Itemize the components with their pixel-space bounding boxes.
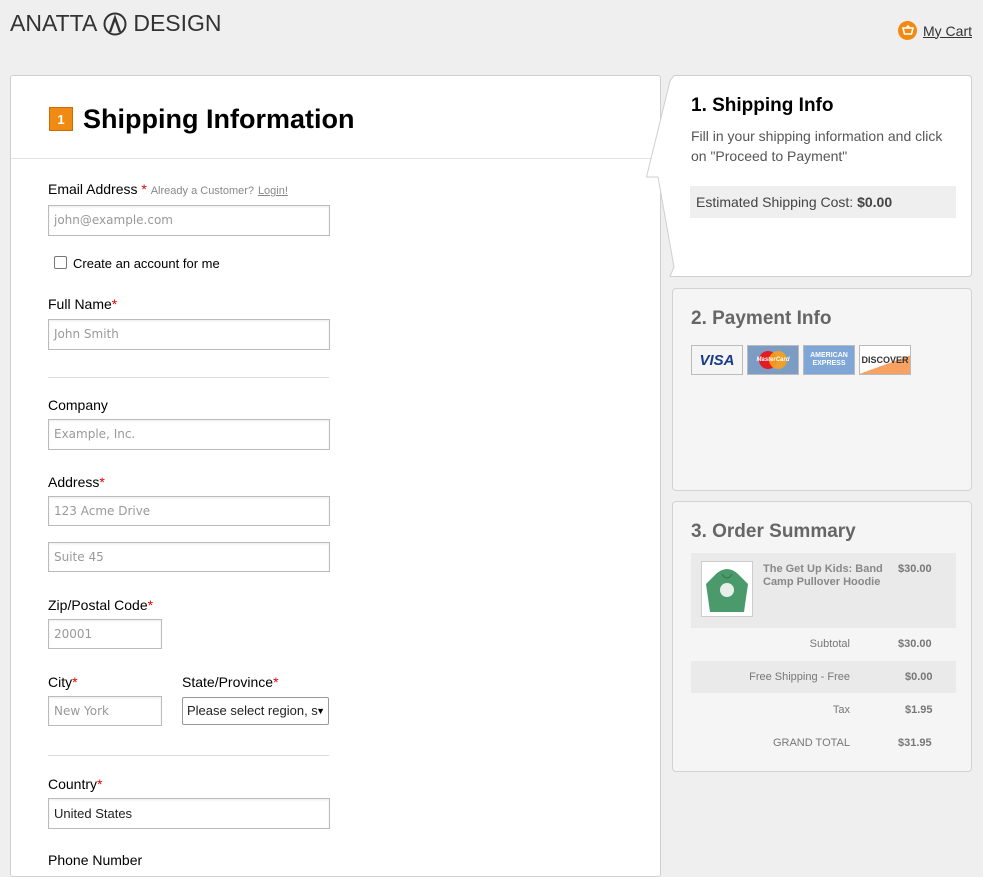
required-mark: * <box>273 674 279 690</box>
subtotal-row: Subtotal $30.00 <box>691 635 956 655</box>
country-label: Country* <box>48 776 102 792</box>
full-name-label: Full Name* <box>48 296 117 312</box>
amex-card-icon: AMERICAN EXPRESS <box>803 345 855 375</box>
brand-name-left: ANATTA <box>10 10 98 36</box>
shipping-value: $0.00 <box>905 671 933 683</box>
create-account-checkbox[interactable] <box>54 256 67 269</box>
mastercard-card-icon: MasterCard <box>747 345 799 375</box>
email-label-text: Email Address <box>48 181 138 197</box>
address-line1-field[interactable]: 123 Acme Drive <box>48 496 330 526</box>
required-mark: * <box>111 296 118 312</box>
zip-label: Zip/Postal Code* <box>48 597 153 613</box>
shipping-info-title: 1. Shipping Info <box>691 95 834 116</box>
subtotal-value: $30.00 <box>898 638 932 650</box>
full-name-label-text: Full Name <box>48 296 112 312</box>
grand-total-label: GRAND TOTAL <box>772 737 850 749</box>
my-cart-link[interactable]: My Cart <box>898 21 972 40</box>
cart-icon <box>898 21 917 40</box>
shipping-form-header: 1 Shipping Information <box>11 76 660 159</box>
brand-logo[interactable]: ANATTA DESIGN <box>10 10 222 37</box>
zip-label-text: Zip/Postal Code <box>48 597 148 613</box>
brand-mark-icon <box>103 12 127 35</box>
tax-label: Tax <box>832 704 850 716</box>
email-label: Email Address * Already a Customer? Logi… <box>48 181 288 197</box>
subtotal-label: Subtotal <box>809 638 850 650</box>
required-mark: * <box>141 181 147 197</box>
create-account-label: Create an account for me <box>73 256 220 271</box>
discover-card-label: DISCOVER <box>861 355 909 365</box>
payment-info-title: 2. Payment Info <box>691 308 832 329</box>
city-label: City* <box>48 674 78 690</box>
shipping-form-panel: 1 Shipping Information Email Address * A… <box>10 75 661 877</box>
chevron-down-icon: ▼ <box>316 706 325 716</box>
payment-info-card: 2. Payment Info VISA MasterCard AMERICAN… <box>672 288 972 491</box>
section-divider <box>48 377 329 378</box>
state-select-value: Please select region, s <box>187 703 318 718</box>
tax-row: Tax $1.95 <box>691 701 956 721</box>
page-title: Shipping Information <box>83 103 355 134</box>
company-label: Company <box>48 397 108 413</box>
shipping-label: Free Shipping - Free <box>749 671 850 683</box>
brand-name-right: DESIGN <box>133 10 222 36</box>
tax-value: $1.95 <box>905 704 933 716</box>
grand-total-row: GRAND TOTAL $31.95 <box>691 734 956 754</box>
shipping-info-description: Fill in your shipping information and cl… <box>691 128 943 164</box>
section-divider <box>48 755 329 756</box>
city-field[interactable]: New York <box>48 696 162 726</box>
discover-card-icon: DISCOVER <box>859 345 911 375</box>
required-mark: * <box>72 674 78 690</box>
full-name-field[interactable]: John Smith <box>48 319 330 350</box>
country-select[interactable]: United States <box>48 798 330 829</box>
visa-card-icon: VISA <box>691 345 743 375</box>
hoodie-image <box>706 569 748 612</box>
shipping-info-card: 1. Shipping Info Fill in your shipping i… <box>646 75 972 278</box>
shipping-row: Free Shipping - Free $0.00 <box>691 661 956 693</box>
grand-total-value: $31.95 <box>898 737 932 749</box>
order-item: The Get Up Kids: Band Camp Pullover Hood… <box>691 553 956 628</box>
mastercard-label: MasterCard <box>756 357 790 363</box>
cart-label: My Cart <box>923 22 972 39</box>
address-label-text: Address <box>48 474 100 490</box>
estimated-shipping-value: $0.00 <box>857 194 893 210</box>
order-summary-card: 3. Order Summary The Get Up Kids: Band C… <box>672 501 972 772</box>
state-select[interactable]: Please select region, s ▼ <box>182 697 329 725</box>
phone-label: Phone Number <box>48 852 143 868</box>
amex-card-label: AMERICAN EXPRESS <box>810 352 848 367</box>
company-field[interactable]: Example, Inc. <box>48 419 330 450</box>
required-mark: * <box>97 776 103 792</box>
country-label-text: Country <box>48 776 98 792</box>
order-item-price: $30.00 <box>898 563 932 575</box>
step-number-badge: 1 <box>49 107 73 131</box>
already-customer-note: Already a Customer? <box>150 185 255 197</box>
required-mark: * <box>147 597 154 613</box>
estimated-shipping-label: Estimated Shipping Cost: <box>696 194 854 210</box>
address-line2-field[interactable]: Suite 45 <box>48 542 330 572</box>
email-field[interactable]: john@example.com <box>48 205 330 236</box>
zip-field[interactable]: 20001 <box>48 619 162 649</box>
visa-card-label: VISA <box>699 351 735 369</box>
required-mark: * <box>99 474 105 490</box>
order-summary-title: 3. Order Summary <box>691 521 856 542</box>
address-label: Address* <box>48 474 105 490</box>
order-item-name: The Get Up Kids: Band Camp Pullover Hood… <box>763 563 883 588</box>
login-link[interactable]: Login! <box>258 185 288 197</box>
state-label: State/Province* <box>182 674 279 690</box>
product-thumbnail[interactable] <box>701 561 753 617</box>
city-label-text: City <box>48 674 73 690</box>
estimated-shipping: Estimated Shipping Cost: $0.00 <box>690 186 956 218</box>
state-label-text: State/Province <box>182 674 274 690</box>
